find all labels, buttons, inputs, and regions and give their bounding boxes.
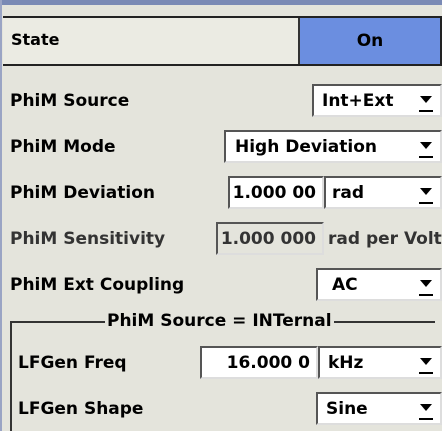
lfgen-freq-input[interactable]: 16.000 0 <box>200 346 318 379</box>
lfgen-freq-unit: kHz <box>328 353 364 373</box>
phim-deviation-unit: rad <box>332 183 365 203</box>
phim-sensitivity-label: PhiM Sensitivity <box>10 229 166 249</box>
phim-ext-coupling-label: PhiM Ext Coupling <box>10 275 185 295</box>
chevron-down-icon[interactable] <box>414 350 438 375</box>
lfgen-shape-select[interactable]: Sine <box>316 392 442 425</box>
phim-source-value: Int+Ext <box>322 91 394 111</box>
lfgen-shape-value: Sine <box>326 399 368 419</box>
phim-sensitivity-value: 1.000 000 <box>220 229 316 249</box>
state-value: On <box>356 31 384 51</box>
left-border <box>0 0 2 431</box>
lfgen-shape-label: LFGen Shape <box>18 399 144 419</box>
lfgen-freq-label: LFGen Freq <box>18 353 127 373</box>
phim-deviation-input[interactable]: 1.000 00 <box>228 176 324 209</box>
phim-deviation-value: 1.000 00 <box>232 183 316 203</box>
phim-sensitivity-unit: rad per Volt <box>328 229 442 249</box>
chevron-down-icon[interactable] <box>414 180 438 205</box>
lfgen-freq-value: 16.000 0 <box>226 353 310 373</box>
chevron-down-icon[interactable] <box>414 134 438 159</box>
top-border <box>0 0 442 5</box>
phim-mode-value: High Deviation <box>235 137 378 157</box>
chevron-down-icon[interactable] <box>414 88 438 113</box>
chevron-down-icon[interactable] <box>414 396 438 421</box>
state-label: State <box>11 30 60 49</box>
group-title: PhiM Source = INTernal <box>105 311 334 331</box>
phim-settings-panel: State On PhiM Source Int+Ext PhiM Mode H… <box>0 0 442 431</box>
phim-sensitivity-field: 1.000 000 <box>216 222 324 255</box>
phim-deviation-label: PhiM Deviation <box>10 183 155 203</box>
phim-ext-coupling-value: AC <box>332 275 358 295</box>
phim-source-label: PhiM Source <box>10 91 130 111</box>
phim-mode-select[interactable]: High Deviation <box>224 130 442 163</box>
state-toggle-button[interactable]: On <box>298 18 442 64</box>
phim-mode-label: PhiM Mode <box>10 137 116 157</box>
phim-ext-coupling-select[interactable]: AC <box>316 268 442 301</box>
phim-source-select[interactable]: Int+Ext <box>312 84 442 117</box>
group-border-left <box>10 321 12 431</box>
lfgen-freq-unit-select[interactable]: kHz <box>318 346 442 379</box>
state-row: State On <box>3 16 442 66</box>
chevron-down-icon[interactable] <box>414 272 438 297</box>
phim-deviation-unit-select[interactable]: rad <box>324 176 442 209</box>
